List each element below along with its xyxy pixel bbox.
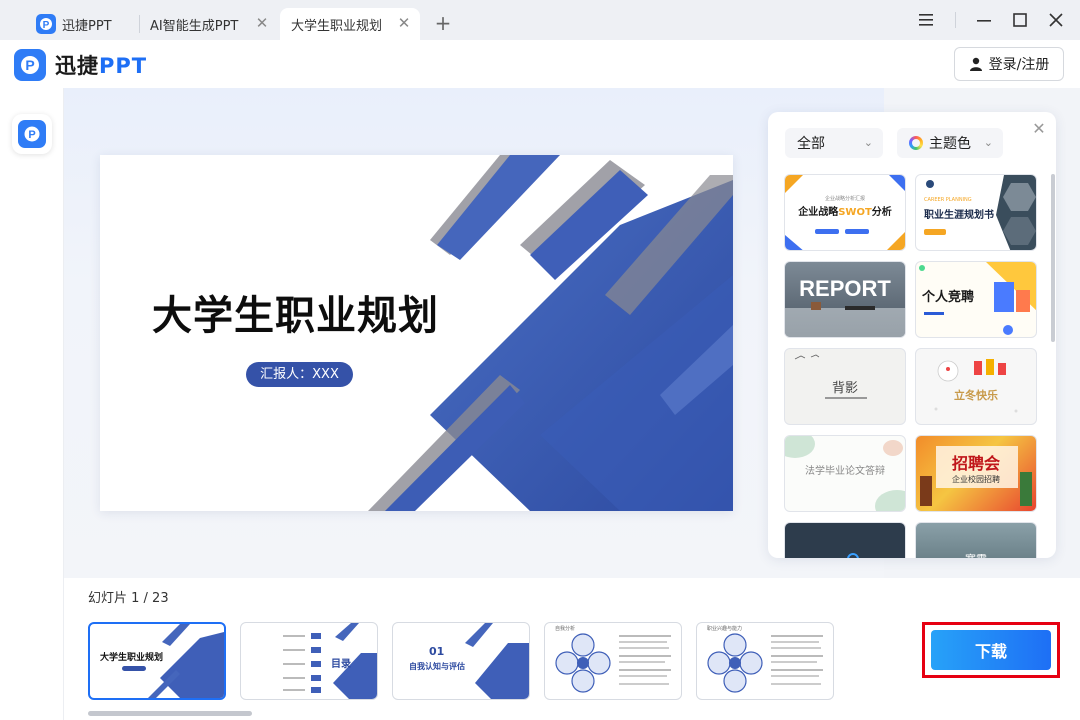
thumbnail-badge (122, 666, 146, 671)
plus-icon[interactable]: + (432, 12, 454, 34)
title-bar: P 迅捷PPT AI智能生成PPT ✕ 大学生职业规划 ✕ + (0, 0, 1080, 40)
minimize-icon[interactable] (972, 8, 996, 32)
svg-text:P: P (43, 20, 50, 31)
tab-label: 大学生职业规划 (291, 18, 383, 34)
tab-ai-generate[interactable]: AI智能生成PPT ✕ (140, 8, 278, 40)
thumbnail-scrollbar[interactable] (88, 711, 252, 716)
sidebar-home-button[interactable]: P (12, 114, 52, 154)
chevron-down-icon: ⌄ (863, 136, 873, 149)
thumbnail-title: 目录 (331, 659, 351, 670)
svg-text:P: P (25, 57, 34, 73)
category-filter-select[interactable]: 全部 ⌄ (785, 128, 883, 158)
template-subtitle: 企业战略分析汇报 (824, 196, 865, 202)
template-title: 招聘会 (951, 456, 1000, 473)
tab-label: 迅捷PPT (62, 18, 112, 34)
thumbnail-decoration (555, 633, 671, 693)
template-title: REPORT (799, 276, 891, 301)
template-card[interactable]: 立冬快乐 (915, 348, 1037, 425)
template-title: 企业战略SWOT分析 (785, 203, 905, 218)
login-label: 登录/注册 (988, 57, 1050, 73)
slide-counter: 幻灯片 1 / 23 (88, 591, 169, 606)
slide-thumbnail[interactable]: 职业兴趣与能力 (696, 622, 834, 700)
maximize-icon[interactable] (1008, 8, 1032, 32)
template-scrollbar[interactable] (1051, 174, 1055, 342)
brand-suffix: PPT (99, 54, 148, 78)
slide-thumbnail[interactable]: 01 自我认知与评估 (392, 622, 530, 700)
template-title: 立冬快乐 (954, 389, 998, 402)
template-title-part: 企业战略 (798, 207, 839, 218)
app-logo-icon: P (18, 120, 46, 148)
slide-thumbnail[interactable]: 大学生职业规划 (88, 622, 226, 700)
window-controls-divider (955, 12, 956, 28)
template-card[interactable]: 法学毕业论文答辩 (784, 435, 906, 512)
template-subtitle: 企业校园招聘 (952, 475, 1000, 484)
svg-text:P: P (28, 129, 35, 141)
slide-reporter-badge: 汇报人：XXX (246, 362, 353, 387)
theme-filter-value: 主题色 (929, 136, 971, 152)
download-highlight: 下载 (922, 622, 1060, 678)
slide-title: 大学生职业规划 (152, 293, 439, 339)
user-icon (969, 57, 982, 71)
close-icon[interactable] (1044, 8, 1068, 32)
template-title-highlight: SWOT (838, 207, 872, 218)
template-title: 个人竞聘 (922, 290, 975, 305)
template-title: 法学毕业论文答辩 (805, 466, 885, 477)
thumbnail-title: 大学生职业规划 (100, 653, 164, 663)
brand: P 迅捷PPT (14, 49, 147, 81)
color-wheel-icon (909, 136, 923, 150)
template-card[interactable] (784, 522, 906, 558)
template-panel: ✕ 全部 ⌄ 主题色 ⌄ 企业战略分析汇报 企业战略SWOT分析 CAREER … (768, 112, 1056, 558)
app-header: P 迅捷PPT 登录/注册 (0, 40, 1080, 88)
app-logo-icon: P (36, 14, 56, 34)
thumbnail-decoration (283, 623, 377, 699)
menu-icon[interactable] (914, 8, 938, 32)
category-filter-value: 全部 (797, 136, 825, 152)
close-icon[interactable]: ✕ (254, 15, 270, 31)
template-card[interactable]: REPORT (784, 261, 906, 338)
template-card[interactable]: 寒露 (915, 522, 1037, 558)
tab-label: AI智能生成PPT (150, 18, 239, 34)
template-title: 背影 (831, 380, 858, 395)
template-card[interactable]: 背影 (784, 348, 906, 425)
template-card[interactable]: 招聘会 企业校园招聘 (915, 435, 1037, 512)
template-decoration (847, 553, 859, 558)
download-button[interactable]: 下载 (931, 630, 1051, 670)
theme-color-filter-select[interactable]: 主题色 ⌄ (897, 128, 1003, 158)
left-sidebar: P (0, 88, 64, 720)
brand-name: 迅捷PPT (55, 50, 147, 80)
tab-home[interactable]: P 迅捷PPT (28, 8, 138, 40)
thumbnail-title: 自我分析 (555, 626, 576, 632)
thumbnail-title: 职业兴趣与能力 (707, 626, 743, 632)
chevron-down-icon: ⌄ (983, 136, 993, 149)
close-icon[interactable]: ✕ (396, 15, 412, 31)
template-title: 职业生涯规划书 (924, 210, 994, 221)
slide-thumbnail[interactable]: 自我分析 (544, 622, 682, 700)
thumbnail-decoration (707, 633, 823, 693)
login-register-button[interactable]: 登录/注册 (954, 47, 1064, 81)
slide-thumbnail[interactable]: 目录 (240, 622, 378, 700)
template-title-part: 分析 (871, 207, 892, 218)
thumbnail-title: 自我认知与评估 (409, 662, 465, 671)
template-subtitle: CAREER PLANNING (924, 197, 972, 203)
close-icon[interactable]: ✕ (1030, 120, 1048, 138)
app-logo-icon: P (14, 49, 46, 81)
template-card[interactable]: 企业战略分析汇报 企业战略SWOT分析 (784, 174, 906, 251)
tab-current-document[interactable]: 大学生职业规划 ✕ (280, 8, 420, 40)
thumbnail-number: 01 (429, 645, 445, 658)
brand-prefix: 迅捷 (55, 54, 99, 78)
template-title: 寒露 (916, 551, 1036, 558)
slide-preview[interactable]: 大学生职业规划 汇报人：XXX (100, 155, 733, 511)
template-card[interactable]: 个人竞聘 (915, 261, 1037, 338)
template-card[interactable]: CAREER PLANNING 职业生涯规划书 (915, 174, 1037, 251)
